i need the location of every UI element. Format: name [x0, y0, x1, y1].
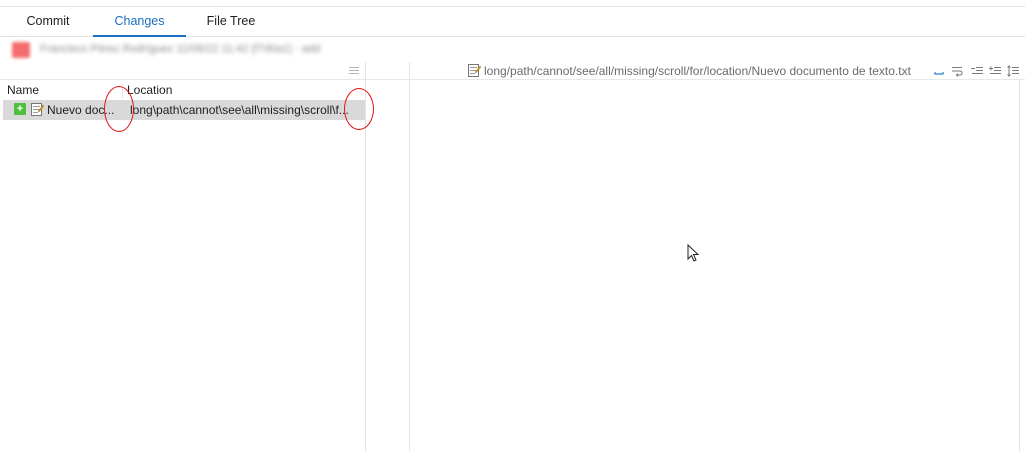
column-headers: Name Location — [0, 81, 365, 99]
text-file-icon — [31, 103, 44, 116]
indent-icon[interactable] — [988, 64, 1002, 78]
tab-commit[interactable]: Commit — [8, 7, 88, 37]
diff-pane: long/path/cannot/see/all/missing/scroll/… — [410, 62, 1025, 451]
list-toolbar — [0, 62, 365, 80]
commit-info: Francisco Pérez Rodríguez 11/08/22 11:42… — [0, 38, 1025, 62]
tab-file-tree[interactable]: File Tree — [190, 7, 272, 37]
author-avatar — [12, 42, 30, 58]
unindent-icon[interactable] — [970, 64, 984, 78]
menu-icon[interactable] — [348, 66, 360, 76]
window: Commit Changes File Tree Francisco Pérez… — [0, 0, 1025, 451]
pane-divider[interactable] — [1019, 80, 1020, 451]
diff-file-path: long/path/cannot/see/all/missing/scroll/… — [484, 64, 911, 78]
wrap-icon[interactable] — [950, 64, 964, 78]
changes-list-pane: Name Location + Nuevo doc... long\path\c… — [0, 62, 366, 451]
file-name: Nuevo doc... — [47, 103, 115, 117]
column-header-name[interactable]: Name — [7, 83, 39, 97]
column-separator[interactable] — [122, 83, 123, 98]
line-spacing-icon[interactable] — [1006, 64, 1020, 78]
column-header-location[interactable]: Location — [127, 83, 172, 97]
file-location: long\path\cannot\see\all\missing\scroll\… — [130, 103, 349, 117]
mouse-cursor-icon — [687, 244, 700, 262]
gutter-header — [366, 62, 410, 80]
whitespace-icon[interactable] — [932, 64, 946, 78]
diff-gutter — [366, 62, 410, 451]
tab-bar: Commit Changes File Tree — [0, 7, 1025, 37]
add-status-icon: + — [14, 103, 26, 115]
diff-toolbar: long/path/cannot/see/all/missing/scroll/… — [410, 62, 1025, 80]
file-row[interactable]: + Nuevo doc... long\path\cannot\see\all\… — [3, 100, 365, 120]
text-file-icon — [468, 64, 481, 77]
tab-changes[interactable]: Changes — [93, 7, 186, 37]
commit-summary: Francisco Pérez Rodríguez 11/08/22 11:42… — [40, 43, 321, 55]
